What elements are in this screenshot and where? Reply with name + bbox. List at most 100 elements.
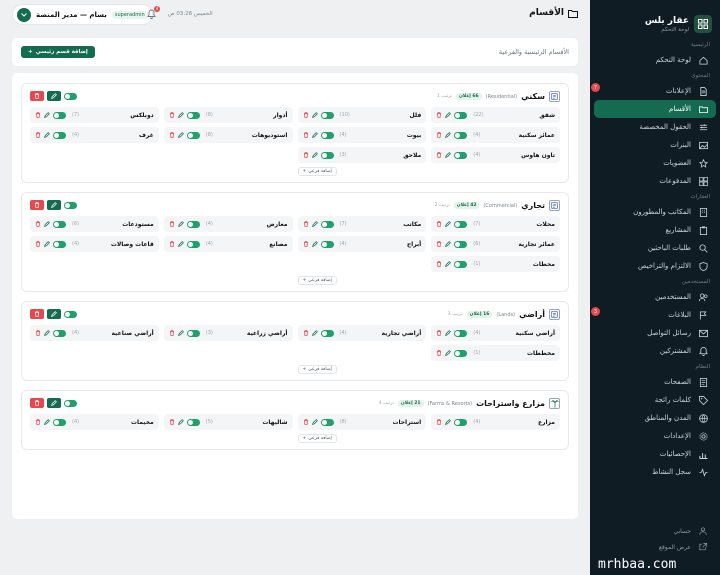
subcategory-item[interactable]: أراضي صناعية (4) xyxy=(30,325,159,341)
subcategory-item[interactable]: تاون هاوس (4) xyxy=(431,147,560,163)
delete-category-button[interactable] xyxy=(30,309,44,319)
edit-icon[interactable] xyxy=(44,330,50,336)
add-subcategory-button[interactable]: إضافة فرعي + xyxy=(297,276,337,285)
category-status-toggle[interactable] xyxy=(64,399,77,407)
subcategory-item[interactable]: فلل (10) xyxy=(297,107,427,123)
sidebar-item[interactable]: المدفوعات xyxy=(594,172,716,190)
status-toggle[interactable] xyxy=(186,240,200,248)
trash-icon[interactable] xyxy=(303,419,309,425)
status-toggle[interactable] xyxy=(454,260,468,268)
trash-icon[interactable] xyxy=(169,132,175,138)
status-toggle[interactable] xyxy=(454,329,468,337)
sidebar-bottom-item[interactable]: عرض الموقع xyxy=(594,539,716,555)
trash-icon[interactable] xyxy=(436,419,442,425)
trash-icon[interactable] xyxy=(303,112,309,118)
trash-icon[interactable] xyxy=(303,132,309,138)
status-toggle[interactable] xyxy=(454,151,468,159)
subcategory-item[interactable]: أراضي زراعية (3) xyxy=(163,325,293,341)
category-status-toggle[interactable] xyxy=(64,92,77,100)
trash-icon[interactable] xyxy=(169,241,175,247)
sidebar-item[interactable]: طلبات الباحثين xyxy=(594,239,716,257)
status-toggle[interactable] xyxy=(320,151,334,159)
edit-icon[interactable] xyxy=(311,330,318,336)
status-toggle[interactable] xyxy=(454,418,468,426)
edit-category-button[interactable] xyxy=(47,91,61,101)
trash-icon[interactable] xyxy=(35,241,41,247)
trash-icon[interactable] xyxy=(35,221,41,227)
subcategory-item[interactable]: دوبلكس (7) xyxy=(30,107,159,123)
trash-icon[interactable] xyxy=(169,112,175,118)
edit-icon[interactable] xyxy=(311,132,318,138)
edit-icon[interactable] xyxy=(44,221,50,227)
sidebar-bottom-item[interactable]: حسابي xyxy=(594,523,716,539)
status-toggle[interactable] xyxy=(186,220,200,228)
status-toggle[interactable] xyxy=(320,111,334,119)
trash-icon[interactable] xyxy=(436,261,442,267)
chevron-down-icon[interactable] xyxy=(17,7,31,22)
edit-icon[interactable] xyxy=(311,112,318,118)
subcategory-item[interactable]: مكاتب (7) xyxy=(297,216,427,232)
subcategory-item[interactable]: أدوار (8) xyxy=(163,107,293,123)
notifications-button[interactable]: 4 xyxy=(147,6,160,21)
status-toggle[interactable] xyxy=(320,220,334,228)
status-toggle[interactable] xyxy=(53,111,66,119)
subcategory-item[interactable]: مخططات (1) xyxy=(431,345,560,361)
status-toggle[interactable] xyxy=(454,240,468,248)
edit-icon[interactable] xyxy=(177,112,184,118)
subcategory-item[interactable]: عمائر سكنية (4) xyxy=(431,127,560,143)
subcategory-item[interactable]: أبراج (4) xyxy=(297,236,427,252)
sidebar-item[interactable]: الإعدادات xyxy=(594,427,716,445)
status-toggle[interactable] xyxy=(53,329,66,337)
sidebar-item[interactable]: رسائل التواصل xyxy=(594,324,716,342)
edit-icon[interactable] xyxy=(445,330,452,336)
status-toggle[interactable] xyxy=(186,418,200,426)
status-toggle[interactable] xyxy=(454,349,468,357)
status-toggle[interactable] xyxy=(320,240,334,248)
status-toggle[interactable] xyxy=(53,131,66,139)
subcategory-item[interactable]: شقق (22) xyxy=(431,107,560,123)
subcategory-item[interactable]: مخيمات (4) xyxy=(30,414,159,430)
trash-icon[interactable] xyxy=(303,241,309,247)
trash-icon[interactable] xyxy=(436,241,442,247)
trash-icon[interactable] xyxy=(436,221,442,227)
subcategory-item[interactable]: شاليهات (5) xyxy=(163,414,293,430)
edit-icon[interactable] xyxy=(177,419,184,425)
edit-icon[interactable] xyxy=(445,241,452,247)
sidebar-item[interactable]: العضويات xyxy=(594,154,716,172)
edit-icon[interactable] xyxy=(177,132,184,138)
edit-icon[interactable] xyxy=(311,221,318,227)
edit-icon[interactable] xyxy=(445,350,452,356)
edit-icon[interactable] xyxy=(177,241,184,247)
edit-icon[interactable] xyxy=(177,221,184,227)
edit-icon[interactable] xyxy=(445,132,452,138)
trash-icon[interactable] xyxy=(436,350,442,356)
status-toggle[interactable] xyxy=(186,111,200,119)
subcategory-item[interactable]: محطات (1) xyxy=(431,256,560,272)
edit-icon[interactable] xyxy=(44,132,50,138)
trash-icon[interactable] xyxy=(303,221,309,227)
trash-icon[interactable] xyxy=(35,132,41,138)
add-subcategory-button[interactable]: إضافة فرعي + xyxy=(297,365,337,374)
sidebar-item[interactable]: سجل النشاط xyxy=(594,463,716,481)
sidebar-item[interactable]: الالتزام والتراخيص xyxy=(594,257,716,275)
trash-icon[interactable] xyxy=(436,132,442,138)
edit-icon[interactable] xyxy=(44,112,50,118)
delete-category-button[interactable] xyxy=(30,398,44,408)
sidebar-item[interactable]: الإحصائيات xyxy=(594,445,716,463)
edit-icon[interactable] xyxy=(445,221,452,227)
trash-icon[interactable] xyxy=(169,419,175,425)
edit-icon[interactable] xyxy=(445,419,452,425)
category-status-toggle[interactable] xyxy=(64,310,77,318)
subcategory-item[interactable]: معارض (4) xyxy=(163,216,293,232)
subcategory-item[interactable]: غرف (4) xyxy=(30,127,159,143)
trash-icon[interactable] xyxy=(35,112,41,118)
sidebar-item[interactable]: المستخدمين xyxy=(594,288,716,306)
status-toggle[interactable] xyxy=(186,131,200,139)
trash-icon[interactable] xyxy=(169,221,175,227)
sidebar-item[interactable]: المدن والمناطق xyxy=(594,409,716,427)
sidebar-item[interactable]: الحقول المخصصة xyxy=(594,118,716,136)
edit-icon[interactable] xyxy=(311,241,318,247)
edit-icon[interactable] xyxy=(177,330,184,336)
subcategory-item[interactable]: بيوت (4) xyxy=(297,127,427,143)
subcategory-item[interactable]: ملاحق (3) xyxy=(297,147,427,163)
